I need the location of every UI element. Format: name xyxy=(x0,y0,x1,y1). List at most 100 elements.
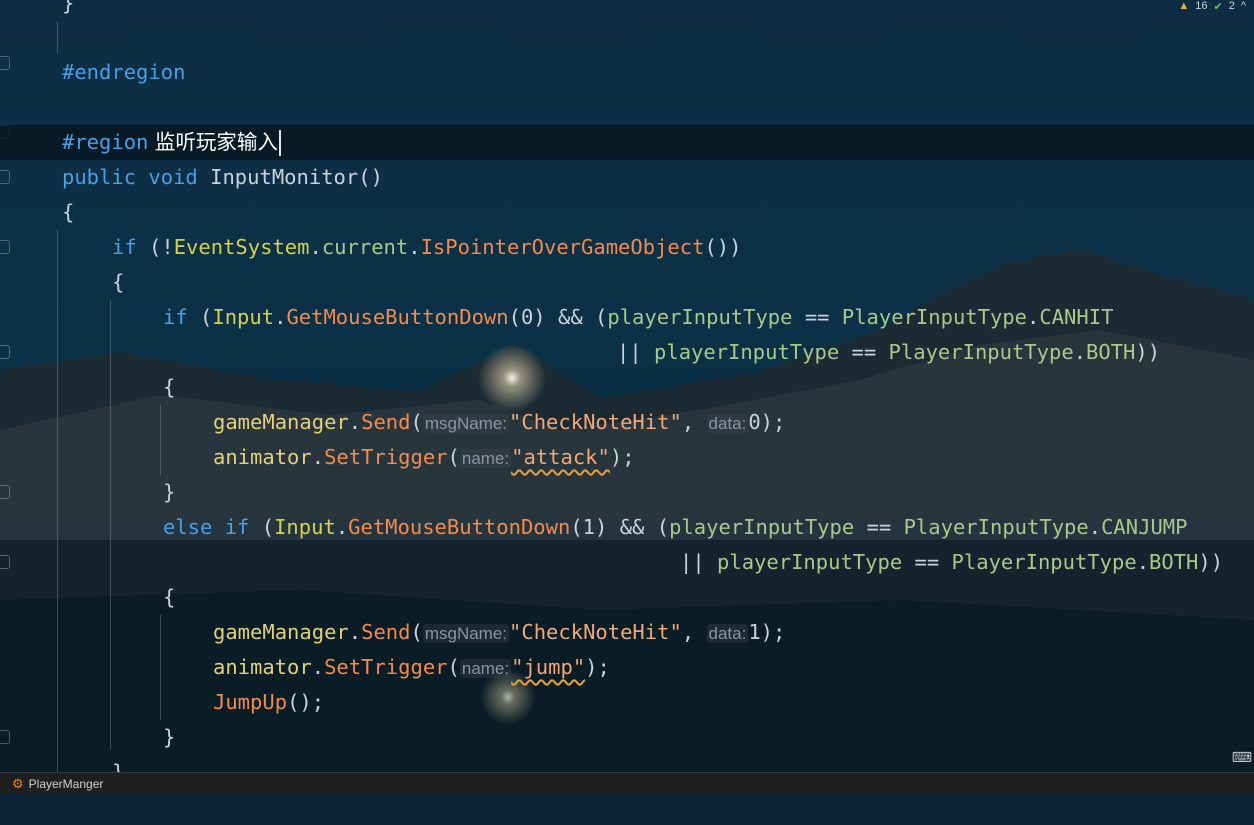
enum-type-name[interactable]: PlayerInputType xyxy=(904,515,1089,539)
operator: == xyxy=(902,550,952,574)
code-line[interactable]: { xyxy=(0,195,1254,230)
settrigger-call: animator.SetTrigger(name:"attack"); xyxy=(213,440,635,475)
punctuation: . xyxy=(348,410,362,434)
punctuation: . xyxy=(1027,305,1040,329)
else-if-statement: else if (Input.GetMouseButtonDown(1) && … xyxy=(163,510,1187,545)
method-name[interactable]: InputMonitor xyxy=(210,165,358,189)
method-call[interactable]: GetMouseButtonDown xyxy=(286,305,508,329)
parameter-hint: data: xyxy=(706,624,749,643)
punctuation: )) xyxy=(1198,550,1224,574)
punctuation: . xyxy=(309,235,322,259)
type-name[interactable]: Input xyxy=(212,305,274,329)
object-name[interactable]: animator xyxy=(213,445,312,469)
method-call[interactable]: SetTrigger xyxy=(324,655,447,679)
string-literal[interactable]: "jump" xyxy=(511,655,585,679)
enum-member[interactable]: CANJUMP xyxy=(1101,515,1187,539)
punctuation: ( xyxy=(508,305,521,329)
current-code-line[interactable]: #region 监听玩家输入 xyxy=(0,125,1254,160)
region-directive: #region xyxy=(62,130,149,154)
code-line[interactable]: animator.SetTrigger(name:"attack"); xyxy=(0,440,1254,475)
code-line[interactable]: if (Input.GetMouseButtonDown(0) && (play… xyxy=(0,300,1254,335)
keyword-if: if xyxy=(163,305,188,329)
variable-name[interactable]: playerInputType xyxy=(654,340,839,364)
opening-brace: { xyxy=(163,375,176,399)
punctuation: )) xyxy=(1135,340,1161,364)
type-name[interactable]: Input xyxy=(274,515,336,539)
if-statement: if (!EventSystem.current.IsPointerOverGa… xyxy=(112,230,741,265)
punctuation: ); xyxy=(760,620,786,644)
punctuation: . xyxy=(335,515,349,539)
punctuation: ) && ( xyxy=(595,515,670,539)
method-call[interactable]: Send xyxy=(361,620,410,644)
status-bar: ⚙ PlayerManger xyxy=(0,772,1254,794)
settrigger-call: animator.SetTrigger(name:"jump"); xyxy=(213,650,610,685)
code-line[interactable]: } xyxy=(0,755,1254,772)
number-literal: 1 xyxy=(582,515,596,539)
region-line-content: #region 监听玩家输入 xyxy=(62,125,281,160)
send-call: gameManager.Send(msgName:"CheckNoteHit",… xyxy=(213,405,785,440)
property-name[interactable]: current xyxy=(322,235,408,259)
current-file-label[interactable]: PlayerManger xyxy=(29,777,104,791)
method-call[interactable]: SetTrigger xyxy=(324,445,447,469)
enum-member[interactable]: CANHIT xyxy=(1039,305,1113,329)
variable-name[interactable]: playerInputType xyxy=(669,515,854,539)
type-name[interactable]: EventSystem xyxy=(174,235,310,259)
method-call[interactable]: GetMouseButtonDown xyxy=(348,515,570,539)
code-line[interactable]: JumpUp(); xyxy=(0,685,1254,720)
method-call[interactable]: JumpUp xyxy=(213,690,287,714)
keyword-public: public xyxy=(62,165,137,189)
enum-type-name[interactable]: PlayerInputType xyxy=(952,550,1137,574)
condition-continuation: || playerInputType == PlayerInputType.BO… xyxy=(680,545,1223,580)
string-literal[interactable]: "attack" xyxy=(511,445,610,469)
punctuation: (); xyxy=(287,690,325,714)
code-line[interactable]: } xyxy=(0,720,1254,755)
operator: == xyxy=(839,340,889,364)
number-literal: 0 xyxy=(748,410,761,434)
code-line[interactable]: || playerInputType == PlayerInputType.BO… xyxy=(0,335,1254,370)
code-line[interactable]: } xyxy=(0,0,1254,21)
code-line[interactable]: #endregion xyxy=(0,55,1254,90)
code-line[interactable]: || playerInputType == PlayerInputType.BO… xyxy=(0,545,1254,580)
object-name[interactable]: animator xyxy=(213,655,312,679)
number-literal: 0 xyxy=(520,305,534,329)
jumpup-call: JumpUp(); xyxy=(213,685,324,720)
punctuation: ); xyxy=(585,655,610,679)
code-line[interactable]: else if (Input.GetMouseButtonDown(1) && … xyxy=(0,510,1254,545)
object-name[interactable]: gameManager xyxy=(213,410,349,434)
input-method-icon[interactable]: ⌨ xyxy=(1232,750,1252,766)
code-line[interactable]: gameManager.Send(msgName:"CheckNoteHit",… xyxy=(0,405,1254,440)
code-line[interactable]: if (!EventSystem.current.IsPointerOverGa… xyxy=(0,230,1254,265)
punctuation: ( xyxy=(447,445,460,469)
code-line[interactable]: gameManager.Send(msgName:"CheckNoteHit",… xyxy=(0,615,1254,650)
code-line[interactable]: { xyxy=(0,370,1254,405)
enum-member[interactable]: BOTH xyxy=(1149,550,1198,574)
punctuation: . xyxy=(311,445,325,469)
opening-brace: { xyxy=(62,200,75,224)
code-line[interactable]: { xyxy=(0,580,1254,615)
punctuation: . xyxy=(311,655,325,679)
punctuation: . xyxy=(1073,340,1087,364)
if-statement: if (Input.GetMouseButtonDown(0) && (play… xyxy=(163,300,1113,335)
code-editor[interactable]: ▲ 16 ✔ 2 ^ } #endregion #region 监听玩家输入 p… xyxy=(0,0,1254,772)
parameter-hint: msgName: xyxy=(422,414,510,433)
operator: == xyxy=(792,305,842,329)
enum-type-name[interactable]: PlayerInputType xyxy=(889,340,1074,364)
code-line[interactable]: { xyxy=(0,265,1254,300)
code-line[interactable]: public void InputMonitor() xyxy=(0,160,1254,195)
closing-brace: } xyxy=(163,480,176,504)
enum-member[interactable]: BOTH xyxy=(1086,340,1135,364)
code-line[interactable]: } xyxy=(0,475,1254,510)
keyword-void: void xyxy=(148,165,198,189)
operator: == xyxy=(854,515,904,539)
punctuation: , xyxy=(681,410,707,434)
closing-brace: } xyxy=(62,0,75,15)
object-name[interactable]: gameManager xyxy=(213,620,349,644)
variable-name[interactable]: playerInputType xyxy=(717,550,902,574)
enum-type-name[interactable]: PlayerInputType xyxy=(842,305,1027,329)
punctuation: ( xyxy=(249,515,275,539)
method-call[interactable]: IsPointerOverGameObject xyxy=(421,235,705,259)
punctuation: . xyxy=(408,235,421,259)
variable-name[interactable]: playerInputType xyxy=(607,305,792,329)
code-line[interactable]: animator.SetTrigger(name:"jump"); xyxy=(0,650,1254,685)
method-call[interactable]: Send xyxy=(361,410,410,434)
